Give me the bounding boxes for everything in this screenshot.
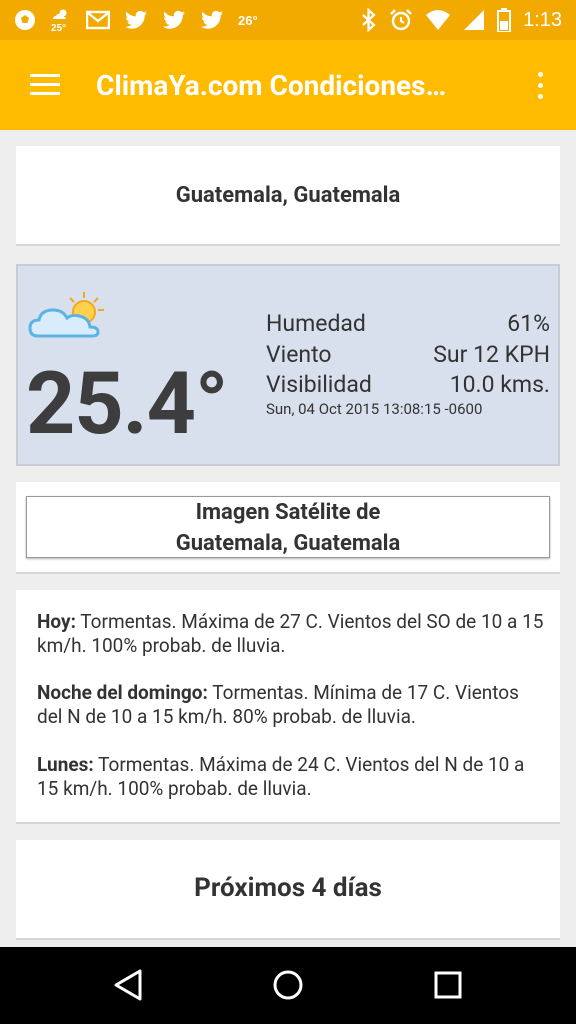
app-bar: ClimaYa.com Condiciones… bbox=[0, 40, 576, 130]
satellite-button-line1: Imagen Satélite de bbox=[195, 500, 381, 525]
forecast-item-monday: Lunes: Tormentas. Máxima de 24 C. Viento… bbox=[37, 753, 547, 801]
home-icon[interactable] bbox=[266, 965, 310, 1005]
clock-time: 1:13 bbox=[523, 8, 562, 31]
wind-label: Viento bbox=[266, 341, 332, 368]
cell-signal-icon bbox=[463, 9, 485, 31]
soccer-ball-icon bbox=[14, 9, 36, 31]
visibility-label: Visibilidad bbox=[266, 371, 372, 398]
app-title: ClimaYa.com Condiciones… bbox=[96, 69, 447, 102]
location-title: Guatemala, Guatemala bbox=[175, 183, 401, 208]
hamburger-menu-icon[interactable] bbox=[22, 66, 68, 104]
recent-apps-icon[interactable] bbox=[426, 965, 470, 1005]
humidity-value: 61% bbox=[507, 310, 550, 337]
humidity-label: Humedad bbox=[266, 310, 366, 337]
partly-sunny-cloud-icon bbox=[28, 290, 108, 342]
svg-text:25°: 25° bbox=[51, 23, 66, 32]
overflow-menu-icon[interactable] bbox=[520, 68, 560, 104]
observation-timestamp: Sun, 04 Oct 2015 13:08:15 -0600 bbox=[266, 400, 483, 418]
satellite-card: Imagen Satélite de Guatemala, Guatemala bbox=[16, 482, 560, 574]
navigation-bar bbox=[0, 947, 576, 1024]
twitter-icon bbox=[162, 10, 186, 30]
forecast-text: Tormentas. Máxima de 27 C. Vientos del S… bbox=[37, 610, 544, 657]
temperature-notification: 26° bbox=[238, 12, 258, 28]
twitter-icon bbox=[200, 10, 224, 30]
alarm-clock-icon bbox=[389, 8, 413, 32]
gmail-icon bbox=[86, 10, 110, 30]
visibility-value: 10.0 kms. bbox=[449, 371, 550, 398]
forecast-text: Tormentas. Máxima de 24 C. Vientos del N… bbox=[37, 753, 525, 800]
next-days-title[interactable]: Próximos 4 días bbox=[16, 840, 560, 936]
satellite-button-line2: Guatemala, Guatemala bbox=[175, 531, 401, 556]
wifi-icon bbox=[425, 9, 451, 31]
satellite-image-button[interactable]: Imagen Satélite de Guatemala, Guatemala bbox=[26, 496, 550, 558]
next-days-card: Próximos 4 días bbox=[16, 840, 560, 940]
wind-value: Sur 12 KPH bbox=[433, 341, 550, 368]
weather-notification-icon: 25° bbox=[50, 8, 72, 32]
location-card: Guatemala, Guatemala bbox=[16, 146, 560, 246]
forecast-day: Hoy: bbox=[37, 610, 76, 633]
forecast-card: Hoy: Tormentas. Máxima de 27 C. Vientos … bbox=[16, 590, 560, 824]
current-weather-card: 25.4° Humedad 61% Viento Sur 12 KPH Visi… bbox=[16, 264, 560, 466]
forecast-item-sunday-night: Noche del domingo: Tormentas. Mínima de … bbox=[37, 681, 547, 729]
status-bar: 25° 26° 1:13 bbox=[0, 0, 576, 40]
battery-icon bbox=[497, 8, 512, 32]
bluetooth-icon bbox=[361, 8, 377, 32]
back-icon[interactable] bbox=[106, 965, 150, 1005]
forecast-item-today: Hoy: Tormentas. Máxima de 27 C. Vientos … bbox=[37, 610, 547, 658]
forecast-day: Noche del domingo: bbox=[37, 681, 208, 704]
current-temperature: 25.4° bbox=[26, 353, 228, 454]
twitter-icon bbox=[124, 10, 148, 30]
forecast-day: Lunes: bbox=[37, 753, 94, 776]
